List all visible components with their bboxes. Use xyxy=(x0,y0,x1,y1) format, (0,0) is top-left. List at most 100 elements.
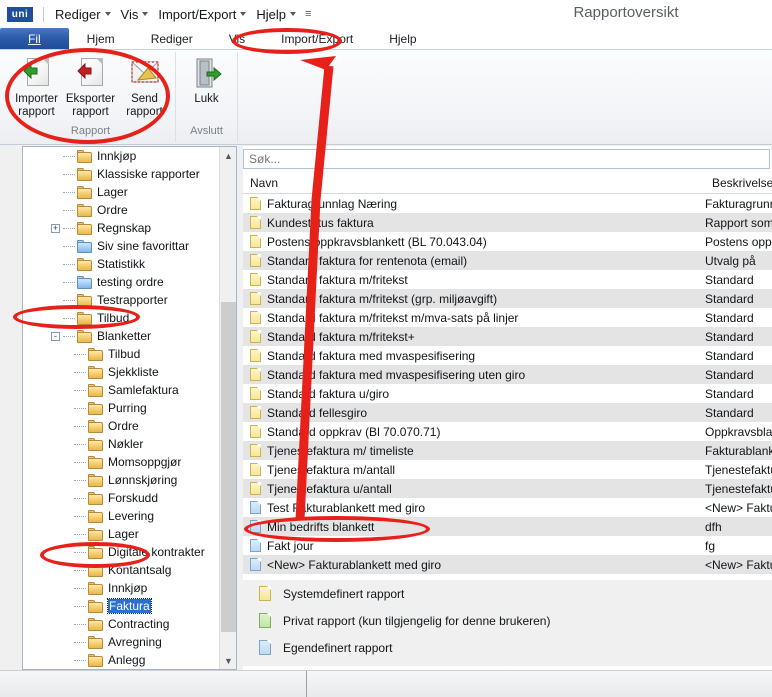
tree-node-klassiske-rapporter[interactable]: Klassiske rapporter xyxy=(23,165,220,183)
tree-vertical-scrollbar[interactable]: ▲ ▼ xyxy=(219,147,236,669)
tree-node-momsoppgj-r[interactable]: Momsoppgjør xyxy=(23,453,220,471)
row-description-cell: Standard xyxy=(705,330,772,344)
column-header-navn[interactable]: Navn xyxy=(243,176,705,190)
tree-node-anlegg[interactable]: Anlegg xyxy=(23,651,220,669)
tree-connector xyxy=(74,390,86,391)
tree-node-digitale-kontrakter[interactable]: Digitale kontrakter xyxy=(23,543,220,561)
column-header-beskrivelse[interactable]: Beskrivelse xyxy=(705,176,772,190)
legend-item: Systemdefinert rapport xyxy=(243,580,772,607)
menu-item-vis-label: Vis xyxy=(121,7,139,22)
tree-node-label: Faktura xyxy=(108,599,151,613)
tree-node-ordre[interactable]: Ordre xyxy=(23,201,220,219)
tree-node-faktura[interactable]: Faktura xyxy=(23,597,220,615)
menu-item-hjelp[interactable]: Hjelp xyxy=(253,5,299,24)
tree-connector xyxy=(63,156,75,157)
tree-node-levering[interactable]: Levering xyxy=(23,507,220,525)
menu-item-import-export[interactable]: Import/Export xyxy=(155,5,249,24)
folder-icon xyxy=(88,618,104,631)
tree-node-samlefaktura[interactable]: Samlefaktura xyxy=(23,381,220,399)
table-row[interactable]: Standard fellesgiroStandard xyxy=(243,403,772,422)
tab-rediger[interactable]: Rediger xyxy=(133,28,211,49)
tree-node-n-kler[interactable]: Nøkler xyxy=(23,435,220,453)
tree-node-label: Regnskap xyxy=(97,221,151,235)
table-row[interactable]: <New> Fakturablankett med giro<New> Fakt… xyxy=(243,555,772,574)
table-row[interactable]: Kundestatus fakturaRapport som xyxy=(243,213,772,232)
tree-node-tilbud[interactable]: Tilbud xyxy=(23,309,220,327)
tree-node-l-nnskj-ring[interactable]: Lønnskjøring xyxy=(23,471,220,489)
chevron-down-icon xyxy=(142,12,148,16)
legend-item-label: Privat rapport (kun tilgjengelig for den… xyxy=(283,614,550,628)
tree-spacer xyxy=(62,530,71,539)
quick-access-overflow-icon[interactable]: ≡ xyxy=(305,8,311,20)
tree-node-sjekkliste[interactable]: Sjekkliste xyxy=(23,363,220,381)
tree-node-kontantsalg[interactable]: Kontantsalg xyxy=(23,561,220,579)
table-row[interactable]: Standard faktura for rentenota (email)Ut… xyxy=(243,251,772,270)
table-row[interactable]: Test Fakturablankett med giro<New> Faktu… xyxy=(243,498,772,517)
tree-node-contracting[interactable]: Contracting xyxy=(23,615,220,633)
table-row[interactable]: Standard faktura m/fritekst m/mva-sats p… xyxy=(243,308,772,327)
row-name-label: Postens oppkravsblankett (BL 70.043.04) xyxy=(267,235,487,249)
table-row[interactable]: Tjenestefaktura m/antallTjenestefaktu xyxy=(243,460,772,479)
tree-node-label: Lager xyxy=(108,527,139,541)
menu-item-rediger[interactable]: Rediger xyxy=(52,5,114,24)
send-rapport-button[interactable]: Send rapport xyxy=(118,52,172,118)
row-name-label: Standard faktura m/fritekst (grp. miljøa… xyxy=(267,292,497,306)
quick-access-toolbar: uni Rediger Vis Import/Export Hjelp ≡ xyxy=(0,0,772,28)
tree-node-ordre[interactable]: Ordre xyxy=(23,417,220,435)
tree-node-statistikk[interactable]: Statistikk xyxy=(23,255,220,273)
row-description-cell: <New> Faktur xyxy=(705,501,772,515)
table-row[interactable]: Standard faktura u/giroStandard xyxy=(243,384,772,403)
tree-node-avregning[interactable]: Avregning xyxy=(23,633,220,651)
row-name-label: Standard faktura med mvaspesifisering xyxy=(267,349,475,363)
tab-import-export[interactable]: Import/Export xyxy=(263,28,371,49)
tree-node-blanketter[interactable]: -Blanketter xyxy=(23,327,220,345)
tab-hjem[interactable]: Hjem xyxy=(69,28,133,49)
tree-connector xyxy=(74,588,86,589)
table-row[interactable]: Tjenestefaktura m/ timelisteFakturablank… xyxy=(243,441,772,460)
eksporter-rapport-button[interactable]: Eksporter rapport xyxy=(64,52,118,118)
row-name-label: Kundestatus faktura xyxy=(267,216,374,230)
table-row[interactable]: Fakturagrunnlag NæringFakturagrunnlag xyxy=(243,194,772,213)
scrollbar-thumb[interactable] xyxy=(221,302,236,632)
tree-node-tilbud[interactable]: Tilbud xyxy=(23,345,220,363)
tree-node-innkj-p[interactable]: Innkjøp xyxy=(23,147,220,165)
search-input[interactable] xyxy=(243,149,770,169)
tree-node-regnskap[interactable]: + Regnskap xyxy=(23,219,220,237)
table-row[interactable]: Standard faktura m/fritekst (grp. miljøa… xyxy=(243,289,772,308)
report-folder-tree[interactable]: InnkjøpKlassiske rapporterLagerOrdre+Reg… xyxy=(22,146,237,670)
tree-node-purring[interactable]: Purring xyxy=(23,399,220,417)
menu-item-vis[interactable]: Vis xyxy=(118,5,152,24)
importer-rapport-button[interactable]: Importer rapport xyxy=(10,52,64,118)
tree-node-lager[interactable]: Lager xyxy=(23,525,220,543)
table-row[interactable]: Standard faktura m/fritekst+Standard xyxy=(243,327,772,346)
table-row[interactable]: Postens oppkravsblankett (BL 70.043.04)P… xyxy=(243,232,772,251)
expand-icon[interactable]: + xyxy=(51,224,60,233)
tab-fil[interactable]: Fil xyxy=(0,28,69,49)
table-row[interactable]: Rapf xyxy=(243,574,772,575)
table-row[interactable]: Tjenestefaktura u/antallTjenestefaktu xyxy=(243,479,772,498)
tab-hjelp[interactable]: Hjelp xyxy=(371,28,434,49)
tree-node-testrapporter[interactable]: Testrapporter xyxy=(23,291,220,309)
report-document-icon xyxy=(250,292,261,305)
table-row[interactable]: Standard faktura med mvaspesifiseringSta… xyxy=(243,346,772,365)
tree-node-lager[interactable]: Lager xyxy=(23,183,220,201)
table-row[interactable]: Standard faktura med mvaspesifisering ut… xyxy=(243,365,772,384)
tab-vis[interactable]: Vis xyxy=(211,28,263,49)
scroll-down-icon[interactable]: ▼ xyxy=(220,652,237,669)
report-document-icon xyxy=(250,216,261,229)
report-document-icon xyxy=(250,444,261,457)
table-row[interactable]: Min bedrifts blankettdfh xyxy=(243,517,772,536)
table-row[interactable]: Standard oppkrav (Bl 70.070.71)Oppkravsb… xyxy=(243,422,772,441)
table-row[interactable]: Fakt jourfg xyxy=(243,536,772,555)
scroll-up-icon[interactable]: ▲ xyxy=(220,147,237,164)
tree-node-innkj-p[interactable]: Innkjøp xyxy=(23,579,220,597)
tree-connector xyxy=(63,174,75,175)
tree-node-label: Sjekkliste xyxy=(108,365,159,379)
tree-node-forskudd[interactable]: Forskudd xyxy=(23,489,220,507)
tree-node-testing-ordre[interactable]: testing ordre xyxy=(23,273,220,291)
collapse-icon[interactable]: - xyxy=(51,332,60,341)
tree-node-siv-sine-favorittar[interactable]: Siv sine favorittar xyxy=(23,237,220,255)
tree-spacer xyxy=(62,656,71,665)
lukk-button[interactable]: Lukk xyxy=(180,52,234,106)
table-row[interactable]: Standard faktura m/fritekstStandard xyxy=(243,270,772,289)
